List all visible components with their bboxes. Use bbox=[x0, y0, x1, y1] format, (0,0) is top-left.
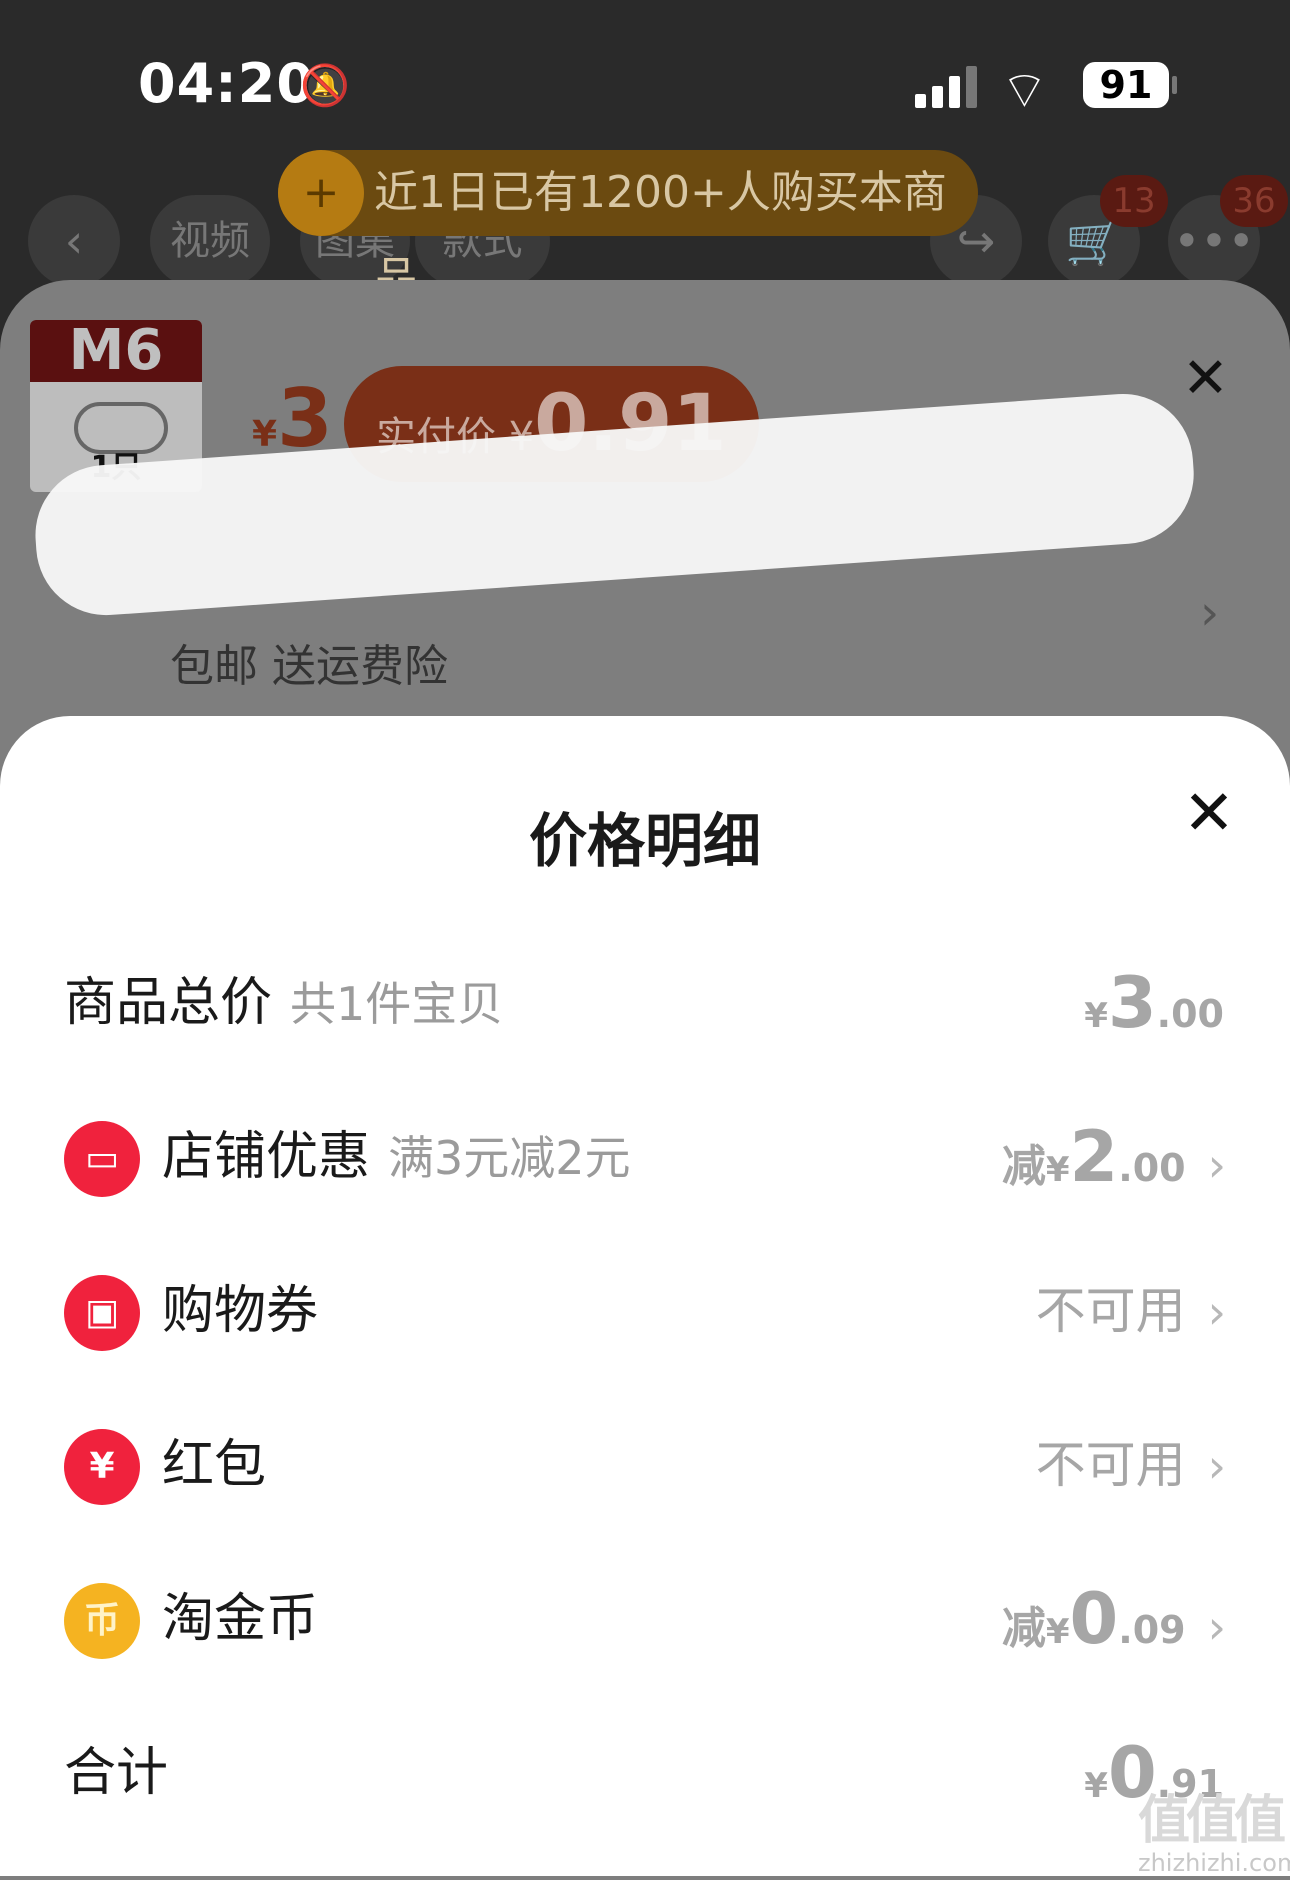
shopping-bag-icon: + bbox=[278, 150, 364, 236]
row-value: 减¥2.00 › bbox=[1002, 1082, 1226, 1245]
store-icon: ▭ bbox=[64, 1121, 140, 1197]
row-red-envelope[interactable]: ¥ 红包 不可用 › bbox=[0, 1390, 1290, 1540]
row-value: 减¥0.09 › bbox=[1002, 1544, 1226, 1707]
purchase-banner: + 近1日已有1200+人购买本商品 bbox=[278, 150, 978, 304]
row-label: 店铺优惠 满3元减2元 bbox=[162, 1127, 631, 1187]
ticket-icon: ▣ bbox=[64, 1275, 140, 1351]
row-grand-total: 合计 ¥0.91 bbox=[0, 1698, 1290, 1848]
chevron-right-icon: › bbox=[1207, 1138, 1226, 1192]
chevron-right-icon: › bbox=[1207, 1600, 1226, 1654]
wifi-icon: ⌔ bbox=[1000, 61, 1049, 121]
row-shop-discount[interactable]: ▭ 店铺优惠 满3元减2元 减¥2.00 › bbox=[0, 1082, 1290, 1232]
red-envelope-icon: ¥ bbox=[64, 1429, 140, 1505]
more-button[interactable]: ••• 36 bbox=[1168, 175, 1288, 287]
thumb-label: M6 bbox=[30, 320, 202, 382]
row-total-goods: 商品总价 共1件宝贝 ¥3.00 bbox=[0, 928, 1290, 1078]
chevron-right-icon: › bbox=[1207, 1285, 1226, 1339]
row-label: 淘金币 bbox=[162, 1589, 319, 1649]
row-label: 合计 bbox=[64, 1743, 169, 1803]
row-sub: 共1件宝贝 bbox=[290, 977, 504, 1031]
chevron-right-icon: › bbox=[1207, 1439, 1226, 1493]
watermark-logo: 值值值 bbox=[1138, 1791, 1286, 1851]
mute-bell-icon: 🔕 bbox=[300, 63, 350, 109]
battery-icon: 91 bbox=[1083, 62, 1177, 108]
row-label: 红包 bbox=[162, 1435, 267, 1495]
sku-close-icon[interactable]: ✕ bbox=[1182, 346, 1229, 411]
chevron-right-icon[interactable]: › bbox=[1200, 585, 1219, 641]
row-voucher[interactable]: ▣ 购物券 不可用 › bbox=[0, 1236, 1290, 1386]
status-time: 04:20 bbox=[138, 52, 315, 115]
row-tao-coins[interactable]: 币 淘金币 减¥0.09 › bbox=[0, 1544, 1290, 1694]
cart-button[interactable]: 🛒 13 bbox=[1048, 175, 1168, 287]
site-watermark: 值值值 zhizhizhi.com bbox=[1138, 1791, 1290, 1877]
chevron-left-icon: ‹ bbox=[64, 214, 84, 268]
tab-video[interactable]: 视频 bbox=[150, 195, 270, 287]
watermark-url: zhizhizhi.com bbox=[1138, 1849, 1290, 1877]
cart-badge: 13 bbox=[1100, 175, 1168, 227]
status-bar: 04:20 🔕 ⌔ 91 bbox=[0, 0, 1290, 150]
row-value: 不可用 › bbox=[1036, 1236, 1226, 1387]
row-value: ¥3.00 bbox=[1084, 962, 1224, 1044]
back-button[interactable]: ‹ bbox=[28, 195, 120, 287]
coin-icon: 币 bbox=[64, 1583, 140, 1659]
shipping-text: 包邮 送运费险 bbox=[170, 641, 448, 692]
row-label: 商品总价 共1件宝贝 bbox=[64, 973, 504, 1033]
row-sub: 满3元减2元 bbox=[388, 1131, 631, 1185]
more-badge: 36 bbox=[1220, 175, 1288, 227]
sheet-title: 价格明细 bbox=[528, 807, 761, 875]
row-value: 不可用 › bbox=[1036, 1390, 1226, 1541]
battery-level: 91 bbox=[1099, 63, 1153, 107]
row-label: 购物券 bbox=[162, 1281, 319, 1341]
cellular-signal-icon bbox=[915, 64, 977, 108]
close-icon[interactable]: ✕ bbox=[1183, 776, 1235, 849]
price-detail-sheet: 价格明细 ✕ 商品总价 共1件宝贝 ¥3.00 ▭ 店铺优惠 满3元减2元 减¥2.… bbox=[0, 716, 1290, 1876]
